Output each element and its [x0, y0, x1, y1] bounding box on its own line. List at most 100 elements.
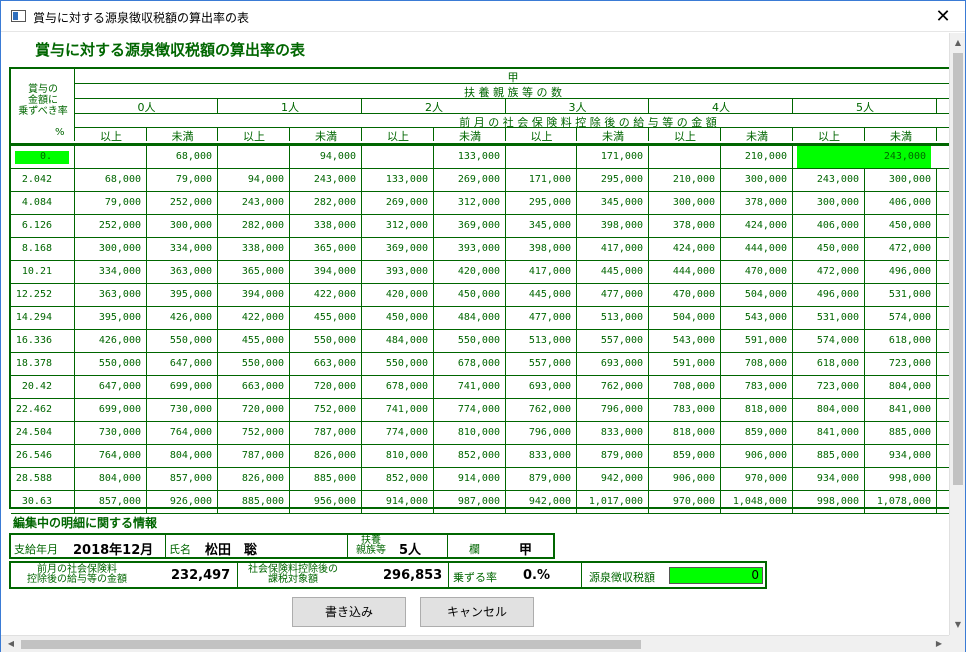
ijou-cell[interactable]: 455,000 — [218, 330, 290, 352]
miman-cell[interactable]: 934,000 — [865, 445, 937, 467]
miman-cell[interactable]: 394,000 — [290, 261, 362, 283]
miman-cell[interactable]: 678,000 — [434, 353, 506, 375]
miman-cell[interactable]: 300,000 — [147, 215, 218, 237]
ijou-cell[interactable] — [362, 146, 434, 168]
ijou-cell[interactable]: 210,000 — [649, 169, 721, 191]
ijou-cell[interactable]: 720,000 — [218, 399, 290, 421]
miman-cell[interactable]: 68,000 — [147, 146, 218, 168]
ijou-cell[interactable]: 557,000 — [506, 353, 577, 375]
miman-cell[interactable]: 804,000 — [865, 376, 937, 398]
miman-cell[interactable]: 618,000 — [865, 330, 937, 352]
table-body[interactable]: 0. 68,000 94,000 133,000 171,000 210,000 243,0… — [11, 143, 949, 514]
ijou-cell[interactable]: 243,000 — [218, 192, 290, 214]
ijou-cell[interactable]: 906,000 — [649, 468, 721, 490]
ijou-cell[interactable]: 484,000 — [362, 330, 434, 352]
ijou-cell[interactable]: 363,000 — [75, 284, 147, 306]
ijou-cell[interactable]: 243,000 — [793, 169, 865, 191]
miman-cell[interactable]: 444,000 — [721, 238, 793, 260]
ijou-cell[interactable]: 365,000 — [218, 261, 290, 283]
ijou-cell[interactable]: 450,000 — [793, 238, 865, 260]
ijou-cell[interactable]: 574,000 — [793, 330, 865, 352]
ijou-cell[interactable]: 300,000 — [649, 192, 721, 214]
ijou-cell[interactable]: 857,000 — [75, 491, 147, 513]
miman-cell[interactable]: 417,000 — [577, 238, 649, 260]
miman-cell[interactable]: 79,000 — [147, 169, 218, 191]
ijou-cell[interactable]: 852,000 — [362, 468, 434, 490]
ijou-cell[interactable]: 841,000 — [793, 422, 865, 444]
miman-cell[interactable]: 295,000 — [577, 169, 649, 191]
table-row[interactable]: 26.546 764,000 804,000 787,000 826,000 810,00… — [11, 445, 949, 468]
miman-cell[interactable]: 378,000 — [721, 192, 793, 214]
ijou-cell[interactable]: 470,000 — [649, 284, 721, 306]
miman-cell[interactable]: 810,000 — [434, 422, 506, 444]
ijou-cell[interactable]: 663,000 — [218, 376, 290, 398]
miman-cell[interactable]: 774,000 — [434, 399, 506, 421]
rate-cell[interactable]: 10.21 — [11, 261, 75, 283]
miman-cell[interactable]: 826,000 — [290, 445, 362, 467]
miman-cell[interactable]: 591,000 — [721, 330, 793, 352]
ijou-cell[interactable]: 741,000 — [362, 399, 434, 421]
miman-cell[interactable]: 885,000 — [290, 468, 362, 490]
rate-cell[interactable]: 2.042 — [11, 169, 75, 191]
rate-cell[interactable]: 8.168 — [11, 238, 75, 260]
miman-cell[interactable]: 496,000 — [865, 261, 937, 283]
miman-cell[interactable]: 857,000 — [147, 468, 218, 490]
ijou-cell[interactable]: 708,000 — [649, 376, 721, 398]
ijou-cell[interactable]: 796,000 — [506, 422, 577, 444]
miman-cell[interactable]: 647,000 — [147, 353, 218, 375]
miman-cell[interactable]: 879,000 — [577, 445, 649, 467]
rate-cell[interactable]: 12.252 — [11, 284, 75, 306]
ijou-cell[interactable]: 723,000 — [793, 376, 865, 398]
ijou-cell[interactable]: 699,000 — [75, 399, 147, 421]
horizontal-scrollbar[interactable]: ◀ ▶ — [1, 635, 949, 652]
miman-cell[interactable]: 470,000 — [721, 261, 793, 283]
miman-cell[interactable]: 741,000 — [434, 376, 506, 398]
ijou-cell[interactable]: 550,000 — [218, 353, 290, 375]
table-row[interactable]: 18.378 550,000 647,000 550,000 663,000 550,00… — [11, 353, 949, 376]
miman-cell[interactable]: 550,000 — [290, 330, 362, 352]
ijou-cell[interactable]: 472,000 — [793, 261, 865, 283]
ijou-cell[interactable]: 879,000 — [506, 468, 577, 490]
miman-cell[interactable]: 1,017,000 — [577, 491, 649, 513]
scroll-up-icon[interactable]: ▲ — [950, 35, 966, 51]
rate-cell[interactable]: 28.588 — [11, 468, 75, 490]
miman-cell[interactable]: 852,000 — [434, 445, 506, 467]
ijou-cell[interactable]: 591,000 — [649, 353, 721, 375]
ijou-cell[interactable]: 378,000 — [649, 215, 721, 237]
ijou-cell[interactable]: 68,000 — [75, 169, 147, 191]
ijou-cell[interactable]: 942,000 — [506, 491, 577, 513]
miman-cell[interactable]: 334,000 — [147, 238, 218, 260]
ijou-cell[interactable]: 420,000 — [362, 284, 434, 306]
miman-cell[interactable]: 926,000 — [147, 491, 218, 513]
ijou-cell[interactable]: 774,000 — [362, 422, 434, 444]
ijou-cell[interactable]: 885,000 — [793, 445, 865, 467]
miman-cell[interactable]: 762,000 — [577, 376, 649, 398]
ijou-cell[interactable]: 783,000 — [649, 399, 721, 421]
miman-cell[interactable]: 369,000 — [434, 215, 506, 237]
miman-cell[interactable]: 956,000 — [290, 491, 362, 513]
ijou-cell[interactable]: 398,000 — [506, 238, 577, 260]
ijou-cell[interactable]: 550,000 — [362, 353, 434, 375]
miman-cell[interactable]: 513,000 — [577, 307, 649, 329]
ijou-cell[interactable]: 678,000 — [362, 376, 434, 398]
ijou-cell[interactable]: 282,000 — [218, 215, 290, 237]
miman-cell[interactable]: 424,000 — [721, 215, 793, 237]
miman-cell[interactable]: 252,000 — [147, 192, 218, 214]
miman-cell[interactable]: 345,000 — [577, 192, 649, 214]
miman-cell[interactable]: 859,000 — [721, 422, 793, 444]
ijou-cell[interactable] — [506, 146, 577, 168]
ijou-cell[interactable]: 787,000 — [218, 445, 290, 467]
ijou-cell[interactable]: 133,000 — [362, 169, 434, 191]
ijou-cell[interactable]: 762,000 — [506, 399, 577, 421]
miman-cell[interactable]: 504,000 — [721, 284, 793, 306]
ijou-cell[interactable]: 395,000 — [75, 307, 147, 329]
ijou-cell[interactable]: 300,000 — [75, 238, 147, 260]
miman-cell[interactable]: 450,000 — [434, 284, 506, 306]
table-row[interactable]: 4.084 79,000 252,000 243,000 282,000 269,000 3… — [11, 192, 949, 215]
table-row[interactable]: 0. 68,000 94,000 133,000 171,000 210,000 243,0… — [11, 146, 949, 169]
miman-cell[interactable]: 365,000 — [290, 238, 362, 260]
ijou-cell[interactable]: 859,000 — [649, 445, 721, 467]
ijou-cell[interactable]: 550,000 — [75, 353, 147, 375]
miman-cell[interactable]: 300,000 — [721, 169, 793, 191]
miman-cell[interactable]: 764,000 — [147, 422, 218, 444]
